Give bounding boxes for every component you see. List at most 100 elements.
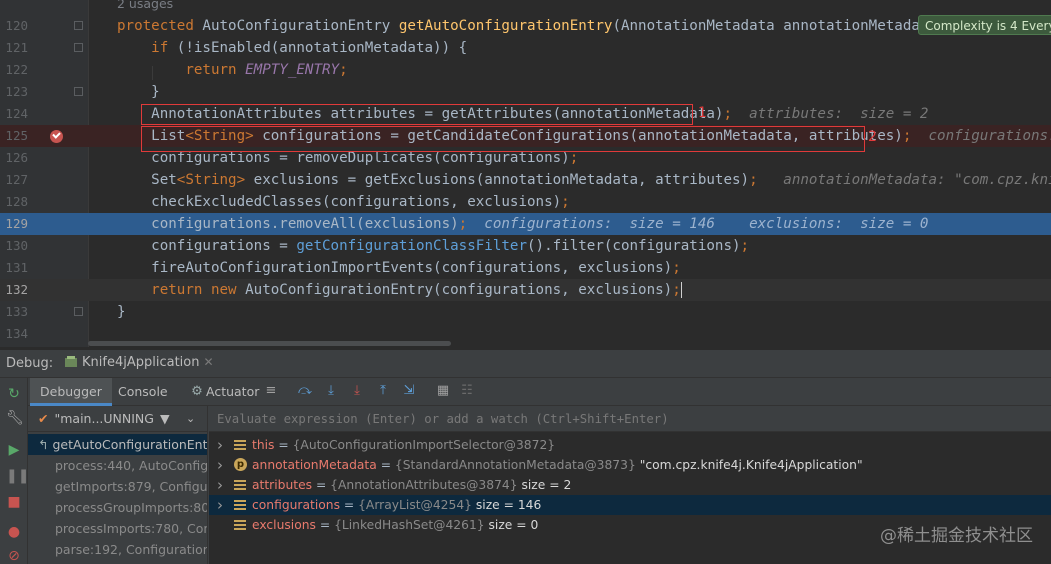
code-line[interactable]: 131 fireAutoConfigurationImportEvents(co…: [0, 257, 1051, 279]
variable-row[interactable]: › attributes = {AnnotationAttributes@3874…: [209, 475, 1051, 495]
stack-frame-label: getImports:879, Configura: [55, 479, 208, 494]
frames-panel: ✔ "main...UNNING ▼ ⌄ ↰ getAutoConfigurati…: [28, 406, 208, 564]
tab-debugger[interactable]: Debugger: [30, 378, 112, 406]
step-out-icon[interactable]: ⤒: [376, 384, 390, 398]
line-number[interactable]: 133: [0, 301, 28, 323]
code-text[interactable]: }: [117, 301, 126, 323]
code-line[interactable]: 133}: [0, 301, 1051, 323]
stack-frame[interactable]: getImports:879, Configura: [28, 476, 208, 497]
code-token: (!isEnabled(annotationMetadata)) {: [176, 40, 468, 56]
tab-console[interactable]: Console: [108, 378, 178, 406]
evaluate-expression-input[interactable]: Evaluate expression (Enter) or add a wat…: [209, 406, 1051, 432]
line-number[interactable]: 123: [0, 81, 28, 103]
show-execution-point-icon[interactable]: ⤼: [298, 384, 312, 398]
code-token: configurations: size: [928, 128, 1051, 144]
stack-frame[interactable]: ↰ getAutoConfigurationEntry: [28, 434, 208, 455]
code-token: getConfigurationClassFilter: [296, 238, 527, 254]
code-line[interactable]: 132 return new AutoConfigurationEntry(co…: [0, 279, 1051, 301]
view-breakpoints-icon[interactable]: ●: [6, 524, 22, 540]
code-editor[interactable]: 2 usages 120 protected AutoConfigurationE…: [0, 0, 1051, 347]
stack-frame[interactable]: parse:192, ConfigurationC: [28, 539, 207, 560]
line-number[interactable]: 121: [0, 37, 28, 59]
horizontal-scrollbar[interactable]: [88, 341, 451, 346]
line-number[interactable]: 127: [0, 169, 28, 191]
settings-wrench-icon[interactable]: 🔧︎: [6, 410, 24, 426]
stack-frame[interactable]: processGroupImports:809: [28, 497, 207, 518]
expand-arrow-icon[interactable]: ›: [217, 475, 223, 495]
code-token: ;: [339, 62, 348, 78]
current-frame-icon: ↰: [38, 437, 53, 452]
trace-icon[interactable]: ☷: [460, 384, 474, 398]
line-number[interactable]: 124: [0, 103, 28, 125]
resume-icon[interactable]: ▶: [6, 442, 22, 458]
equals-sign: =: [376, 458, 395, 472]
highlight-box-1: [141, 104, 693, 125]
code-text[interactable]: configurations.removeAll(exclusions); co…: [117, 213, 928, 235]
code-line[interactable]: 127 Set<String> exclusions = getExclusio…: [0, 169, 1051, 191]
close-tab-icon[interactable]: ✕: [203, 355, 213, 369]
variable-type: {AutoConfigurationImportSelector@3872}: [292, 438, 556, 452]
code-text[interactable]: }: [117, 81, 160, 103]
line-number[interactable]: 131: [0, 257, 28, 279]
line-number[interactable]: 120: [0, 15, 28, 37]
line-number[interactable]: 130: [0, 235, 28, 257]
variable-row[interactable]: › p annotationMetadata = {StandardAnnotati…: [209, 455, 1051, 475]
stack-frame[interactable]: processImports:780, Configuration: [28, 518, 207, 539]
stop-icon[interactable]: ■: [6, 494, 22, 510]
rerun-icon[interactable]: ↻: [6, 386, 22, 402]
fold-marker[interactable]: [74, 21, 83, 30]
code-line[interactable]: 128 checkExcludedClasses(configurations,…: [0, 191, 1051, 213]
filter-icon[interactable]: ▼: [160, 406, 170, 432]
complexity-badge[interactable]: Complexity is 4 Everyt: [918, 15, 1051, 35]
code-token: <String>: [176, 172, 246, 188]
line-number[interactable]: 132: [0, 279, 28, 301]
step-over-icon[interactable]: ⤓: [324, 384, 338, 398]
expand-arrow-icon[interactable]: ›: [217, 455, 223, 475]
line-number[interactable]: 125: [0, 125, 28, 147]
expand-arrow-icon[interactable]: ›: [217, 495, 223, 515]
step-into-icon[interactable]: ⤓: [350, 384, 364, 398]
run-config-tab[interactable]: Knife4jApplication ✕: [64, 355, 214, 370]
run-to-cursor-icon[interactable]: ⇲: [402, 384, 416, 398]
fold-marker[interactable]: [74, 87, 83, 96]
code-line[interactable]: 121 if (!isEnabled(annotationMetadata)) …: [0, 37, 1051, 59]
usages-hint[interactable]: 2 usages: [117, 0, 173, 11]
code-text[interactable]: configurations = getConfigurationClassFi…: [117, 235, 749, 257]
menu-lines-icon[interactable]: ≡: [264, 384, 278, 398]
tab-actuator[interactable]: ⚙ Actuator: [186, 378, 269, 406]
code-token: return: [117, 62, 246, 78]
code-text[interactable]: fireAutoConfigurationImportEvents(config…: [117, 257, 681, 279]
stack-frame[interactable]: process:440, AutoConfigura: [28, 455, 207, 476]
line-number[interactable]: 134: [0, 323, 28, 345]
code-text[interactable]: return new AutoConfigurationEntry(config…: [117, 279, 682, 301]
code-line[interactable]: 129 configurations.removeAll(exclusions)…: [0, 213, 1051, 235]
field-icon: [234, 480, 246, 491]
code-line[interactable]: 123 }: [0, 81, 1051, 103]
variable-row[interactable]: › this = {AutoConfigurationImportSelector…: [209, 435, 1051, 455]
line-number[interactable]: 126: [0, 147, 28, 169]
code-token: ;: [569, 150, 579, 166]
line-number[interactable]: 128: [0, 191, 28, 213]
code-text[interactable]: Set<String> exclusions = getExclusions(a…: [117, 169, 1051, 191]
code-text[interactable]: checkExcludedClasses(configurations, exc…: [117, 191, 570, 213]
thread-selector[interactable]: ✔ "main...UNNING ▼ ⌄: [28, 406, 207, 432]
code-token: ().filter(configurations): [527, 238, 741, 254]
variable-row[interactable]: › configurations = {ArrayList@4254} size …: [209, 495, 1051, 515]
expand-arrow-icon[interactable]: ›: [217, 435, 223, 455]
code-text[interactable]: protected AutoConfigurationEntry getAuto…: [117, 15, 963, 37]
breakpoint-icon[interactable]: [50, 130, 63, 143]
code-line[interactable]: 130 configurations = getConfigurationCla…: [0, 235, 1051, 257]
mute-breakpoints-icon[interactable]: ⊘: [6, 548, 22, 564]
code-token: ;: [561, 194, 570, 210]
dropdown-chevron-icon[interactable]: ⌄: [186, 406, 195, 432]
code-line[interactable]: 120 protected AutoConfigurationEntry getA…: [0, 15, 1051, 37]
pause-icon[interactable]: ❚❚: [6, 468, 29, 484]
fold-marker[interactable]: [74, 307, 83, 316]
fold-marker[interactable]: [74, 43, 83, 52]
stack-frame-label: getAutoConfigurationEntry: [52, 437, 208, 452]
code-text[interactable]: if (!isEnabled(annotationMetadata)) {: [117, 37, 467, 59]
line-number[interactable]: 122: [0, 59, 28, 81]
code-line[interactable]: 122 return EMPTY_ENTRY;: [0, 59, 1051, 81]
line-number[interactable]: 129: [0, 213, 28, 235]
evaluate-expression-icon[interactable]: ▦: [436, 384, 450, 398]
